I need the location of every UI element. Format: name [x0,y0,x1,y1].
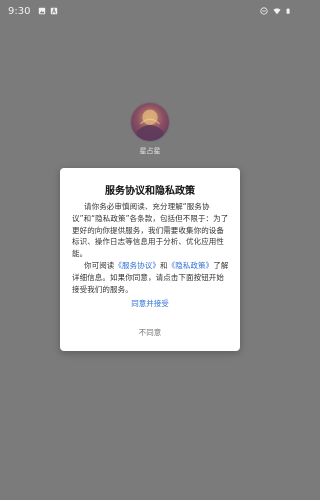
accept-button[interactable]: 同意并接受 [60,298,240,309]
para2-and: 和 [160,260,168,270]
a-icon [51,7,58,15]
app-name: 星占星 [139,147,161,155]
app-logo-icon [131,103,169,141]
status-time: 9:30 [8,5,31,17]
decline-button[interactable]: 不同意 [60,327,240,338]
dialog-title: 服务协议和隐私政策 [105,186,195,197]
dialog-body: 请你务必审慎阅读、充分理解“服务协议”和“隐私政策”各条款，包括但不限于：为了更… [72,201,229,295]
privacy-dialog: 服务协议和隐私政策 请你务必审慎阅读、充分理解“服务协议”和“隐私政策”各条款，… [60,168,240,351]
dialog-paragraph-1: 请你务必审慎阅读、充分理解“服务协议”和“隐私政策”各条款，包括但不限于：为了更… [72,202,229,259]
battery-icon [286,8,290,14]
app-logo-graphic [136,109,164,141]
dialog-paragraph-2: 你可阅读《服务协议》和《隐私政策》了解详细信息。如果你同意，请点击下面按钮开始接… [72,260,229,295]
para2-prefix: 你可阅读 [84,260,115,270]
image-icon [39,7,46,15]
do-not-disturb-icon [260,7,268,15]
status-right-icons [260,7,292,15]
status-bar: 9:30 [0,0,300,22]
status-left-icons [38,7,58,15]
privacy-policy-link[interactable]: 《隐私政策》 [168,261,214,270]
service-agreement-link[interactable]: 《服务协议》 [114,261,160,270]
wifi-icon [273,8,281,15]
